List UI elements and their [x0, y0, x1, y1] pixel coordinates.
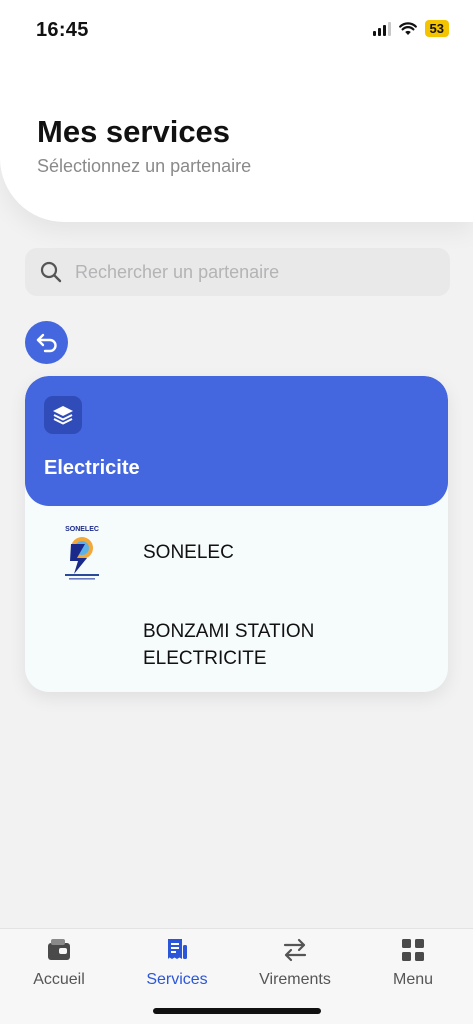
tab-label: Services	[146, 971, 208, 988]
svg-text:SONELEC: SONELEC	[65, 526, 99, 533]
status-icons: 53	[372, 20, 449, 37]
receipt-icon	[168, 939, 187, 959]
tab-label: Virements	[259, 971, 331, 988]
back-arrow-icon	[36, 333, 57, 352]
tab-label: Accueil	[33, 971, 85, 988]
tab-services[interactable]: Services	[118, 929, 236, 999]
search-input[interactable]	[75, 248, 435, 296]
partner-name: BONZAMI STATION ELECTRICITE	[143, 621, 315, 669]
partner-item-bonzami-station[interactable]: BONZAMI STATION ELECTRICITE	[25, 608, 448, 678]
category-card: Electricite SONELEC SONELEC BONZAMI STAT…	[25, 376, 448, 692]
tab-menu[interactable]: Menu	[354, 929, 472, 999]
status-time: 16:45	[36, 19, 89, 41]
partner-item-sonelec[interactable]: SONELEC SONELEC	[25, 516, 448, 590]
status-bar: 16:45 53	[0, 0, 473, 60]
back-button[interactable]	[25, 321, 68, 364]
search-icon	[40, 261, 62, 283]
tab-virements[interactable]: Virements	[236, 929, 354, 999]
tab-accueil[interactable]: Accueil	[0, 929, 118, 999]
home-indicator	[153, 1008, 321, 1014]
wallet-icon	[48, 939, 70, 960]
battery-indicator: 53	[424, 20, 449, 37]
sonelec-logo: SONELEC	[65, 526, 99, 580]
page-subtitle: Sélectionnez un partenaire	[37, 156, 252, 176]
layers-icon	[44, 396, 82, 434]
search-bar[interactable]	[25, 248, 450, 296]
tab-label: Menu	[392, 971, 434, 988]
signal-icon	[372, 21, 391, 36]
partner-name: SONELEC	[143, 542, 234, 563]
category-title: Electricite	[44, 457, 140, 479]
page-title: Mes services	[37, 114, 231, 149]
grid-icon	[402, 939, 424, 961]
category-header[interactable]: Electricite	[25, 376, 448, 506]
wifi-icon	[398, 21, 417, 35]
transfer-icon	[283, 938, 307, 962]
